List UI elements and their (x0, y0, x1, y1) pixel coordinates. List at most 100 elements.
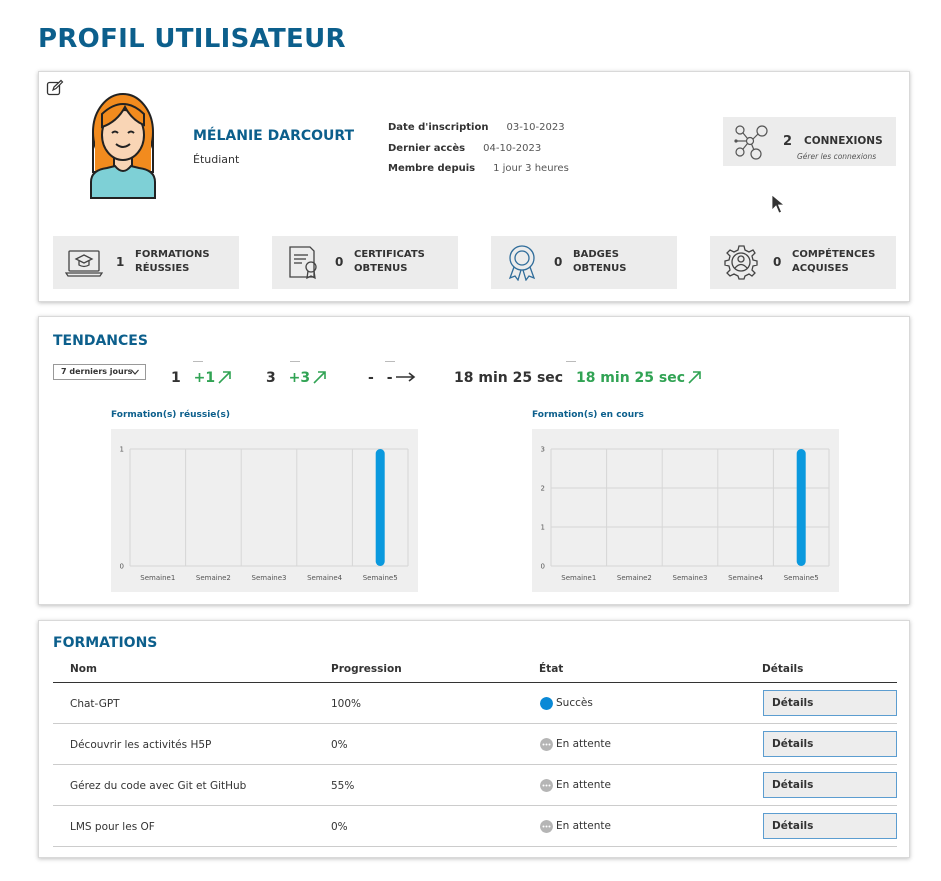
status-pending-icon (540, 820, 553, 833)
laptop-graduation-icon (65, 250, 103, 277)
details-button[interactable]: Détails (763, 731, 897, 757)
page-title: PROFIL UTILISATEUR (38, 24, 346, 54)
trend-up-icon (218, 371, 231, 384)
connections-count: 2 (783, 134, 793, 149)
trend-item-2: 3 +3 (266, 370, 327, 386)
details-button[interactable]: Détails (763, 690, 897, 716)
chart-bar (796, 449, 806, 566)
profile-card: MÉLANIE DARCOURT Étudiant Date d'inscrip… (38, 71, 910, 302)
formation-progress: 100% (331, 698, 362, 710)
trend-item-3: - - (368, 370, 416, 386)
x-tick-label: Semaine1 (561, 574, 596, 582)
trend-value: - (368, 370, 374, 386)
status-pending-icon (540, 779, 553, 792)
stat-label: Badges obtenus (573, 249, 627, 274)
formations-card: FORMATIONS Nom Progression État Détails … (38, 620, 910, 858)
trends-title: TENDANCES (53, 333, 148, 349)
formation-name: Découvrir les activités H5P (70, 739, 212, 751)
status-success-icon (540, 697, 553, 710)
formation-progress: 0% (331, 821, 348, 833)
trend-delta: +3 (288, 370, 311, 386)
chart-background (532, 429, 839, 592)
user-role: Étudiant (193, 153, 240, 166)
x-tick-label: Semaine3 (673, 574, 708, 582)
formation-state: Succès (556, 697, 593, 709)
trend-delta: +1 (193, 370, 216, 386)
mouse-cursor-icon (771, 194, 785, 214)
manage-connections-link[interactable]: Gérer les connexions (797, 152, 876, 161)
details-button[interactable]: Détails (763, 813, 897, 839)
network-users-icon (734, 125, 768, 160)
profile-info: Date d'inscription 03-10-2023 Dernier ac… (388, 118, 569, 180)
y-tick-label: 1 (120, 446, 124, 454)
table-row: Gérez du code avec Git et GitHub 55% En at… (53, 765, 897, 806)
trend-value: 1 (171, 370, 181, 386)
details-button[interactable]: Détails (763, 772, 897, 798)
stat-value: 0 (773, 255, 782, 269)
x-tick-label: Semaine5 (784, 574, 819, 582)
column-header-details: Détails (762, 663, 804, 675)
y-tick-label: 0 (541, 563, 545, 571)
stat-label: Compétences acquises (792, 249, 876, 274)
info-label: Date d'inscription (388, 122, 489, 133)
trend-delta: - (386, 370, 393, 386)
edit-icon[interactable] (46, 79, 64, 97)
info-member-since: Membre depuis 1 jour 3 heures (388, 159, 569, 180)
trend-item-1: 1 +1 (171, 370, 232, 386)
stat-label: Formations réussies (135, 249, 210, 274)
formation-state: En attente (556, 820, 611, 832)
table-row: LMS pour les OF 0% En attente Détails (53, 806, 897, 847)
formation-progress: 55% (331, 780, 355, 792)
table-row: Découvrir les activités H5P 0% En attente D… (53, 724, 897, 765)
period-select[interactable]: 7 derniers jours (53, 364, 146, 380)
column-header-name: Nom (70, 663, 97, 675)
formation-state: En attente (556, 779, 611, 791)
x-tick-label: Semaine5 (363, 574, 398, 582)
chart-background (111, 429, 418, 592)
trend-flat-icon (395, 372, 415, 382)
certificate-icon (289, 246, 317, 280)
gear-person-icon (724, 245, 758, 280)
stat-value: 0 (554, 255, 563, 269)
y-tick-label: 0 (120, 563, 124, 571)
chart-formations-success: 0 1 Semaine1 Semaine2 Semaine3 Semaine4 Semain… (111, 429, 418, 592)
info-label: Dernier accès (388, 142, 466, 154)
x-tick-label: Semaine4 (728, 574, 764, 582)
stat-skills: 0 Compétences acquises (710, 236, 896, 289)
x-tick-label: Semaine3 (252, 574, 287, 582)
chevron-down-icon (131, 369, 139, 375)
info-label: Membre depuis (388, 163, 476, 174)
stat-formations: 1 Formations réussies (53, 236, 239, 289)
trends-card: TENDANCES 7 derniers jours 1 +1 3 +3 - -… (38, 316, 910, 605)
formation-state: En attente (556, 738, 611, 750)
x-tick-label: Semaine2 (196, 574, 231, 582)
trend-value: 18 min 25 sec (454, 370, 564, 386)
x-tick-label: Semaine1 (140, 574, 175, 582)
x-tick-label: Semaine2 (617, 574, 652, 582)
formation-progress: 0% (331, 739, 348, 751)
info-registration-date: Date d'inscription 03-10-2023 (388, 118, 569, 139)
connections-button[interactable]: 2 CONNEXIONS Gérer les connexions (723, 117, 896, 166)
table-row: Chat-GPT 100% Succès Détails (53, 683, 897, 724)
column-header-progress: Progression (331, 663, 402, 675)
chart-formations-in-progress: 0 1 2 3 Semaine1 Semaine2 Semaine3 Semaine4 Sema… (532, 429, 839, 592)
info-value: 03-10-2023 (506, 122, 565, 133)
trend-dash (290, 361, 300, 362)
stat-badges: 0 Badges obtenus (491, 236, 677, 289)
trend-delta: 18 min 25 sec (575, 370, 686, 386)
trend-up-icon (313, 371, 326, 384)
period-select-value: 7 derniers jours (61, 367, 133, 376)
column-header-state: État (539, 663, 564, 675)
user-name: MÉLANIE DARCOURT (193, 128, 355, 144)
y-tick-label: 3 (541, 446, 545, 454)
chart-title: Formation(s) en cours (532, 410, 644, 420)
y-tick-label: 2 (541, 485, 545, 493)
avatar (90, 93, 156, 199)
y-tick-label: 1 (541, 524, 545, 532)
trend-dash (566, 361, 576, 362)
formations-title: FORMATIONS (53, 635, 158, 651)
stat-certificates: 0 Certificats obtenus (272, 236, 458, 289)
stat-value: 0 (335, 255, 344, 269)
formation-name: Gérez du code avec Git et GitHub (70, 780, 247, 792)
status-pending-icon (540, 738, 553, 751)
